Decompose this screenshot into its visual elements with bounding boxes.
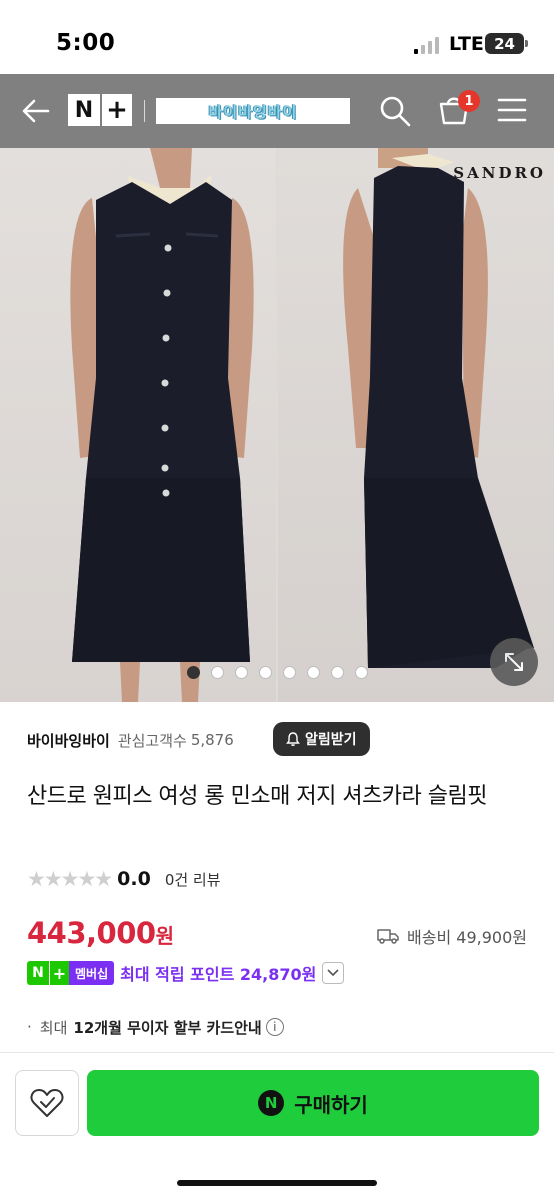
top-navbar: N + 바이바잉바이 1: [0, 74, 554, 148]
store-banner-text: 바이바잉바이: [208, 102, 298, 121]
gallery-pagination-dots[interactable]: [187, 666, 368, 679]
price-row: 443,000원 배송비 49,900원: [27, 916, 527, 956]
search-icon[interactable]: [378, 94, 412, 128]
interest-label: 관심고객수: [117, 731, 187, 750]
installment-row[interactable]: · 최대 12개월 무이자 할부 카드안내 i: [27, 1014, 284, 1040]
cart-count-badge: 1: [458, 90, 480, 112]
dress-front-illustration: [70, 148, 254, 702]
status-time: 5:00: [56, 30, 116, 56]
dress-back-illustration: [343, 148, 534, 668]
gallery-dot[interactable]: [211, 666, 224, 679]
membership-points-row[interactable]: N + 멤버십 최대 적립 포인트 24,870원: [27, 960, 345, 986]
logo-plus: +: [100, 94, 132, 126]
brand-watermark: SANDRO: [453, 164, 546, 182]
home-indicator: [177, 1180, 377, 1186]
product-photo-back: SANDRO: [278, 148, 554, 702]
gallery-dot[interactable]: [307, 666, 320, 679]
nav-divider: [144, 100, 145, 122]
gallery-dot[interactable]: [283, 666, 296, 679]
bottom-action-bar: N 구매하기: [0, 1052, 554, 1200]
seller-row: 바이바잉바이 관심고객수 5,876 알림받기: [27, 722, 527, 758]
interest-count: 5,876: [190, 731, 234, 749]
naver-plus-logo[interactable]: N +: [68, 94, 132, 126]
shipping-fee: 배송비 49,900원: [407, 928, 527, 947]
badge-n: N: [27, 961, 49, 985]
rating-score: 0.0: [117, 868, 151, 890]
network-type: LTE: [449, 33, 484, 55]
menu-icon[interactable]: [497, 96, 527, 124]
wishlist-button[interactable]: [15, 1070, 79, 1136]
gallery-dot[interactable]: [355, 666, 368, 679]
max-points-text: 최대 적립 포인트 24,870원: [120, 965, 317, 984]
bell-plus-icon: [286, 732, 300, 746]
price: 443,000: [27, 916, 156, 950]
logo-n: N: [68, 94, 100, 126]
back-arrow-icon[interactable]: [20, 96, 52, 126]
review-count: 0건 리뷰: [164, 870, 221, 889]
heart-check-icon: [30, 1089, 64, 1117]
info-icon[interactable]: i: [265, 1018, 284, 1036]
gallery-dot[interactable]: [235, 666, 248, 679]
product-image-gallery[interactable]: SANDRO: [0, 148, 554, 702]
buy-button[interactable]: N 구매하기: [87, 1070, 539, 1136]
store-banner[interactable]: 바이바잉바이: [156, 98, 350, 124]
shipping-info: 배송비 49,900원: [377, 924, 527, 948]
gallery-dot[interactable]: [259, 666, 272, 679]
price-unit: 원: [155, 924, 174, 948]
signal-icon: [414, 36, 439, 54]
product-title: 산드로 원피스 여성 롱 민소매 저지 셔츠카라 슬림핏: [27, 784, 488, 809]
expand-image-button[interactable]: [490, 638, 538, 686]
bullet: ·: [27, 1018, 32, 1036]
chevron-down-icon[interactable]: [322, 962, 345, 984]
expand-icon: [505, 653, 523, 671]
naver-pay-icon: N: [258, 1090, 285, 1116]
seller-name[interactable]: 바이바잉바이: [27, 730, 110, 751]
product-photo-front: [0, 148, 276, 702]
status-bar: 5:00 LTE 24: [0, 0, 554, 74]
membership-badge: N + 멤버십: [27, 961, 115, 985]
battery-level: 24: [494, 34, 515, 53]
alarm-button-label: 알림받기: [305, 732, 357, 748]
buy-button-label: 구매하기: [294, 1092, 368, 1117]
badge-plus: +: [49, 961, 69, 985]
gallery-dot[interactable]: [187, 666, 200, 679]
battery-icon: 24: [485, 33, 528, 54]
badge-label: 멤버십: [69, 961, 115, 985]
truck-icon: [377, 929, 399, 944]
installment-prefix: 최대: [39, 1018, 68, 1037]
alarm-subscribe-button[interactable]: 알림받기: [273, 722, 370, 756]
rating-stars-icon: ★★★★★: [27, 867, 113, 891]
installment-text: 12개월 무이자 할부 카드안내: [73, 1018, 262, 1037]
gallery-dot[interactable]: [331, 666, 344, 679]
rating-row[interactable]: ★★★★★ 0.0 0건 리뷰: [27, 866, 221, 892]
